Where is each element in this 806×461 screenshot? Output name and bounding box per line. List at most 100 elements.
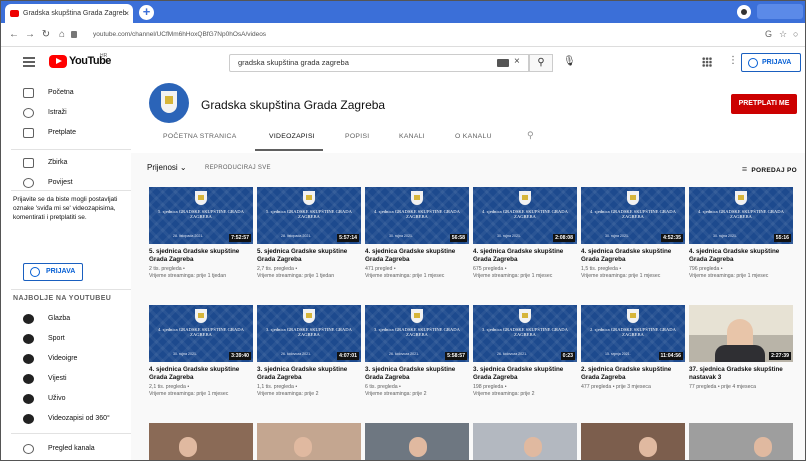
sidebar-sign-in-button[interactable]: PRIJAVA	[23, 263, 83, 281]
zagreb-crest-icon	[627, 309, 639, 323]
video-age: Vrijeme streaminga: prije 1 tjedan	[257, 273, 335, 279]
sidebar-item-music[interactable]: Glazba	[1, 309, 131, 329]
translate-icon[interactable]: G	[765, 29, 772, 39]
youtube-favicon-icon	[10, 10, 19, 17]
video-views: 1,1 tis. pregleda •	[257, 384, 298, 390]
zagreb-crest-icon	[519, 309, 531, 323]
clear-search-icon[interactable]: ×	[514, 56, 520, 67]
sidebar-item-label: Početna	[48, 89, 74, 96]
video-views: 6 tis. pregleda •	[365, 384, 401, 390]
channel-search-icon[interactable]: ⚲	[527, 130, 534, 141]
uploads-dropdown[interactable]: Prijenosi ⌄	[147, 163, 187, 172]
video-thumbnail[interactable]	[473, 423, 577, 460]
video-title[interactable]: 2. sjednica Gradske skupštine Grada Zagr…	[581, 366, 685, 381]
sidebar-item-browse-channels[interactable]: Pregled kanala	[1, 439, 131, 459]
video-thumbnail[interactable]: 3. sjednica GRADSKE SKUPŠTINE GRADA ZAGR…	[473, 305, 577, 362]
filter-row: Prijenosi ⌄ REPRODUCIRAJ SVE POREDAJ PO	[131, 153, 805, 183]
zagreb-crest-icon	[303, 309, 315, 323]
video-title[interactable]: 3. sjednica Gradske skupštine Grada Zagr…	[473, 366, 577, 381]
channel-avatar[interactable]	[149, 83, 189, 123]
video-title[interactable]: 37. sjednica Gradske skupštine nastavak …	[689, 366, 793, 381]
music-icon	[23, 314, 34, 324]
sidebar-item-home[interactable]: Početna	[1, 83, 131, 103]
tab-videos[interactable]: VIDEOZAPISI	[269, 133, 315, 140]
subscribe-button[interactable]: PRETPLATI ME	[731, 94, 797, 114]
video-thumbnail[interactable]	[365, 423, 469, 460]
video-duration: 4:07:01	[337, 352, 359, 360]
video-thumbnail[interactable]	[689, 423, 793, 460]
search-icon: ⚲	[537, 57, 545, 68]
reload-icon[interactable]: ↻	[39, 27, 53, 43]
sidebar-item-sport[interactable]: Sport	[1, 329, 131, 349]
video-thumbnail[interactable]	[581, 423, 685, 460]
video-title[interactable]: 4. sjednica Gradske skupštine Grada Zagr…	[149, 366, 253, 381]
region-code: HR	[100, 53, 108, 59]
sidebar-item-news[interactable]: Vijesti	[1, 369, 131, 389]
video-thumbnail[interactable]: 2:27:39	[689, 305, 793, 362]
sidebar-item-subscriptions[interactable]: Pretplate	[1, 123, 131, 143]
thumbnail-person	[409, 437, 427, 457]
back-arrow-icon[interactable]: ←	[7, 27, 21, 43]
apps-grid-icon[interactable]	[702, 57, 712, 67]
thumbnail-person	[179, 437, 197, 457]
video-thumbnail[interactable]	[149, 423, 253, 460]
bookmark-star-icon[interactable]: ☆	[779, 29, 787, 40]
sidebar-item-gaming[interactable]: Videoigre	[1, 349, 131, 369]
close-tab-icon[interactable]: ×	[124, 4, 129, 23]
video-thumbnail[interactable]: 4. sjednica GRADSKE SKUPŠTINE GRADA ZAGR…	[473, 187, 577, 244]
tab-playlists[interactable]: POPISI	[345, 133, 369, 140]
home-icon[interactable]: ⌂	[55, 27, 69, 43]
keyboard-icon[interactable]	[497, 59, 509, 67]
video-thumbnail[interactable]: 4. sjednica GRADSKE SKUPŠTINE GRADA ZAGR…	[689, 187, 793, 244]
window-controls[interactable]	[757, 4, 803, 19]
sort-by-button[interactable]: POREDAJ PO	[742, 164, 797, 174]
video-thumbnail[interactable]: 5. sjednica GRADSKE SKUPŠTINE GRADA ZAGR…	[257, 187, 361, 244]
microphone-icon[interactable]: 🎙	[563, 56, 576, 67]
sidebar-item-library[interactable]: Zbirka	[1, 153, 131, 173]
video-thumbnail[interactable]: 2. sjednica GRADSKE SKUPŠTINE GRADA ZAGR…	[581, 305, 685, 362]
thumbnail-date: 30. rujna 2021.	[497, 234, 521, 238]
search-button[interactable]: ⚲	[529, 54, 553, 72]
video-thumbnail[interactable]: 3. sjednica GRADSKE SKUPŠTINE GRADA ZAGR…	[365, 305, 469, 362]
video-thumbnail[interactable]	[257, 423, 361, 460]
history-icon	[23, 178, 34, 188]
browser-tab[interactable]: Gradska skupština Grada Zagreb ×	[5, 4, 133, 23]
zagreb-crest-icon	[303, 191, 315, 205]
sidebar-item-live[interactable]: Uživo	[1, 389, 131, 409]
forward-arrow-icon[interactable]: →	[23, 27, 37, 43]
tab-about[interactable]: O KANALU	[455, 133, 492, 140]
sidebar-item-360[interactable]: Videozapisi od 360°	[1, 409, 131, 429]
video-thumbnail[interactable]: 5. sjednica GRADSKE SKUPŠTINE GRADA ZAGR…	[149, 187, 253, 244]
sidebar-item-label: Videozapisi od 360°	[48, 415, 110, 422]
video-thumbnail[interactable]: 4. sjednica GRADSKE SKUPŠTINE GRADA ZAGR…	[581, 187, 685, 244]
video-thumbnail[interactable]: 3. sjednica GRADSKE SKUPŠTINE GRADA ZAGR…	[257, 305, 361, 362]
video-thumbnail[interactable]: 4. sjednica GRADSKE SKUPŠTINE GRADA ZAGR…	[149, 305, 253, 362]
video-title[interactable]: 4. sjednica Gradske skupštine Grada Zagr…	[365, 248, 469, 263]
zagreb-crest-icon	[519, 191, 531, 205]
video-title[interactable]: 5. sjednica Gradske skupštine Grada Zagr…	[257, 248, 361, 263]
tab-home[interactable]: POČETNA STRANICA	[163, 133, 237, 140]
video-title[interactable]: 3. sjednica Gradske skupštine Grada Zagr…	[257, 366, 361, 381]
extension-icon[interactable]: ○	[793, 29, 798, 39]
more-options-icon[interactable]: ⋮	[728, 55, 738, 66]
youtube-logo-icon[interactable]	[49, 55, 67, 68]
address-bar[interactable]: youtube.com/channel/UCfMm6hHoxQBfG7Np0hO…	[83, 27, 753, 43]
new-tab-button[interactable]: +	[139, 5, 154, 20]
menu-hamburger-icon[interactable]	[23, 57, 35, 67]
video-title[interactable]: 4. sjednica Gradske skupštine Grada Zagr…	[689, 248, 793, 263]
video-title[interactable]: 4. sjednica Gradske skupštine Grada Zagr…	[581, 248, 685, 263]
play-all-button[interactable]: REPRODUCIRAJ SVE	[205, 165, 271, 171]
video-title[interactable]: 4. sjednica Gradske skupštine Grada Zagr…	[473, 248, 577, 263]
tab-channels[interactable]: KANALI	[399, 133, 425, 140]
video-title[interactable]: 5. sjednica Gradske skupštine Grada Zagr…	[149, 248, 253, 263]
search-input[interactable]: gradska skupština grada zagreba	[229, 54, 529, 72]
video-thumbnail[interactable]: 4. sjednica GRADSKE SKUPŠTINE GRADA ZAGR…	[365, 187, 469, 244]
video-title[interactable]: 3. sjednica Gradske skupštine Grada Zagr…	[365, 366, 469, 381]
browser-profile-icon[interactable]	[737, 5, 751, 19]
compass-icon	[23, 108, 34, 118]
sidebar-item-explore[interactable]: Istraži	[1, 103, 131, 123]
thumbnail-date: 28. listopada 2021.	[281, 234, 312, 238]
sign-in-button[interactable]: PRIJAVA	[741, 53, 801, 72]
zagreb-crest-icon	[195, 191, 207, 205]
video-views: 796 pregleda •	[689, 266, 723, 272]
